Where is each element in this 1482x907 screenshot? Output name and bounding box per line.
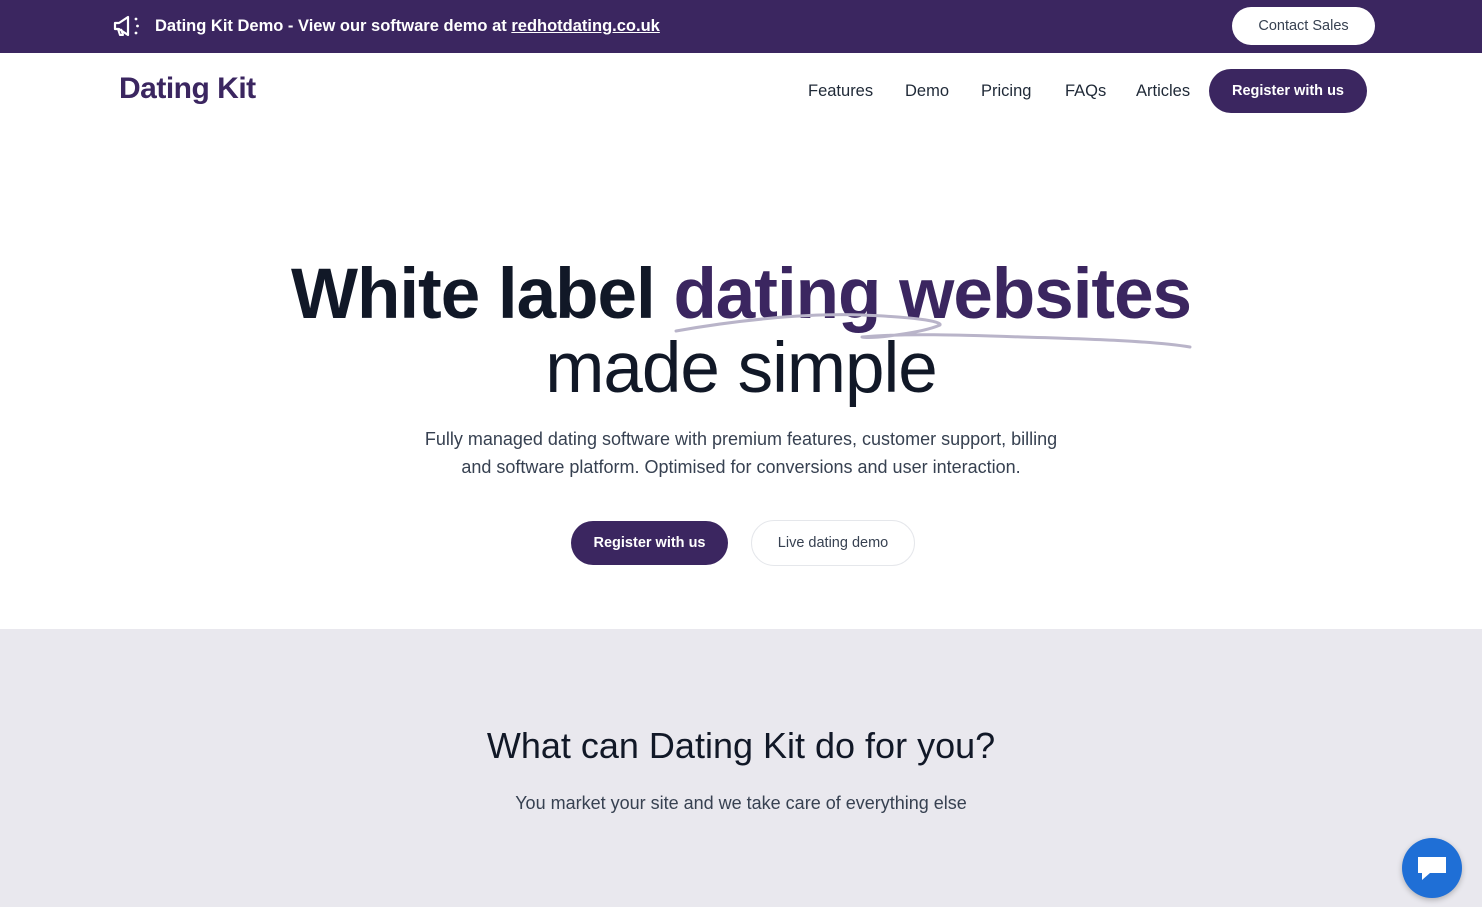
hero-subtitle-line1: Fully managed dating software with premi… bbox=[424, 429, 1058, 449]
hero-subtitle: Fully managed dating software with premi… bbox=[391, 425, 1091, 481]
nav-item-articles[interactable]: Articles bbox=[1136, 69, 1190, 113]
nav-item-pricing[interactable]: Pricing bbox=[981, 69, 1031, 113]
hero-subtitle-line2: and software platform. Optimised for con… bbox=[461, 457, 1021, 477]
announcement-label: Dating Kit Demo - View our software demo… bbox=[155, 17, 512, 35]
chat-widget-button[interactable] bbox=[1402, 838, 1462, 898]
megaphone-icon bbox=[113, 15, 139, 37]
features-section: What can Dating Kit do for you? You mark… bbox=[0, 629, 1482, 907]
hero-register-button[interactable]: Register with us bbox=[571, 521, 728, 565]
features-subheading: You market your site and we take care of… bbox=[515, 793, 967, 813]
announcement-bar: Dating Kit Demo - View our software demo… bbox=[0, 0, 1482, 53]
announcement-text: Dating Kit Demo - View our software demo… bbox=[155, 0, 660, 53]
site-logo[interactable]: Dating Kit bbox=[119, 72, 256, 106]
features-heading: What can Dating Kit do for you? bbox=[486, 725, 996, 766]
demo-site-link[interactable]: redhotdating.co.uk bbox=[511, 17, 660, 35]
nav-item-demo[interactable]: Demo bbox=[905, 69, 949, 113]
nav-item-features[interactable]: Features bbox=[808, 69, 873, 113]
header-register-button[interactable]: Register with us bbox=[1209, 69, 1367, 113]
hero-title-line2: made simple bbox=[545, 329, 938, 408]
nav-item-faqs[interactable]: FAQs bbox=[1065, 69, 1106, 113]
live-demo-button[interactable]: Live dating demo bbox=[751, 520, 915, 566]
hero-title-plain: White label bbox=[290, 255, 674, 334]
chat-bubble-icon bbox=[1418, 857, 1446, 880]
contact-sales-button[interactable]: Contact Sales bbox=[1232, 7, 1375, 45]
